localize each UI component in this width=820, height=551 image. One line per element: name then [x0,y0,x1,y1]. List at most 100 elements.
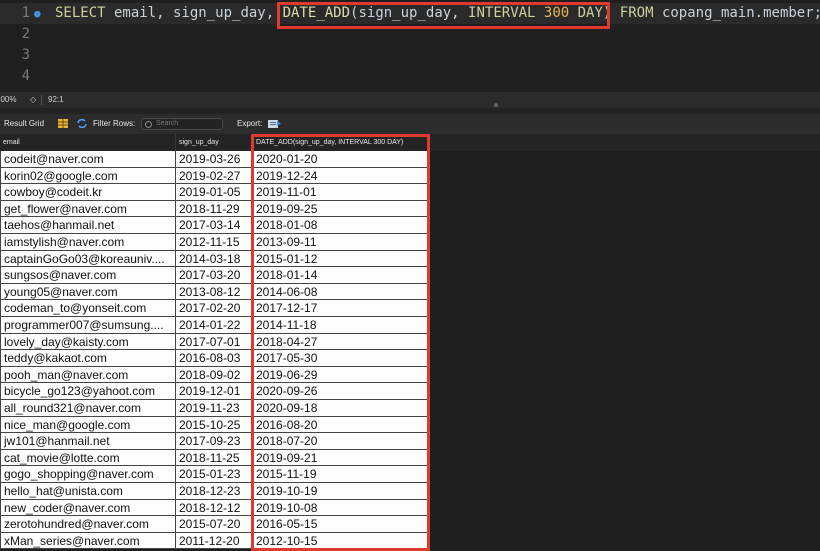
table-row[interactable]: pooh_man@naver.com 2018-09-02 2019-06-29 [0,366,430,384]
cell-email[interactable]: programmer007@sumsung.... [0,317,176,334]
table-row[interactable]: taehos@hanmail.net 2017-03-14 2018-01-08 [0,217,430,234]
cell-email[interactable]: new_coder@naver.com [0,499,176,517]
cell-sign-up-day[interactable]: 2015-01-23 [176,466,253,483]
cell-sign-up-day[interactable]: 2011-12-20 [176,532,253,550]
table-row[interactable]: lovely_day@kaisty.com 2017-07-01 2018-04-2… [0,333,430,351]
cell-sign-up-day[interactable]: 2017-09-23 [176,433,253,450]
cell-date-add[interactable]: 2019-10-08 [253,499,428,517]
cell-sign-up-day[interactable]: 2016-08-03 [176,350,253,367]
cell-sign-up-day[interactable]: 2015-10-25 [176,416,253,434]
export-icon[interactable] [268,119,282,128]
cell-date-add[interactable]: 2019-10-19 [253,483,428,500]
table-row[interactable]: teddy@kakaot.com 2016-08-03 2017-05-30 [0,350,430,367]
cell-email[interactable]: jw101@hanmail.net [0,433,176,450]
table-row[interactable]: captainGoGo03@koreauniv.... 2014-03-18 201… [0,250,430,268]
cell-email[interactable]: iamstylish@naver.com [0,234,176,251]
cell-date-add[interactable]: 2019-09-21 [253,449,428,467]
cell-email[interactable]: get_flower@naver.com [0,200,176,218]
column-header-sign-up-day[interactable]: sign_up_day [176,134,253,151]
cell-date-add[interactable]: 2016-08-20 [253,416,428,434]
cell-sign-up-day[interactable]: 2017-02-20 [176,300,253,317]
resize-handle[interactable] [494,103,498,107]
cell-date-add[interactable]: 2018-07-20 [253,433,428,450]
cell-email[interactable]: xMan_series@naver.com [0,532,176,550]
cell-sign-up-day[interactable]: 2017-07-01 [176,333,253,351]
table-row[interactable]: cowboy@codeit.kr 2019-01-05 2019-11-01 [0,184,430,201]
table-row[interactable]: korin02@google.com 2019-02-27 2019-12-24 [0,167,430,185]
cell-date-add[interactable]: 2015-01-12 [253,250,428,268]
cell-sign-up-day[interactable]: 2014-03-18 [176,250,253,268]
table-row[interactable]: bicycle_go123@yahoot.com 2019-12-01 2020-0… [0,383,430,400]
cell-date-add[interactable]: 2019-12-24 [253,167,428,185]
cell-date-add[interactable]: 2019-11-01 [253,184,428,201]
table-row[interactable]: get_flower@naver.com 2018-11-29 2019-09-25 [0,200,430,218]
zoom-level[interactable]: 100% [0,92,16,108]
cell-sign-up-day[interactable]: 2017-03-20 [176,267,253,284]
cell-sign-up-day[interactable]: 2019-01-05 [176,184,253,201]
cell-sign-up-day[interactable]: 2013-08-12 [176,283,253,301]
zoom-stepper-icon[interactable]: ◇ [30,92,36,108]
table-row[interactable]: codeit@naver.com 2019-03-26 2020-01-20 [0,151,430,168]
filter-icon[interactable] [77,119,87,128]
cell-sign-up-day[interactable]: 2017-03-14 [176,217,253,234]
sql-editor[interactable]: 1 ● SELECT email, sign_up_day, DATE_ADD(… [0,0,820,92]
cell-sign-up-day[interactable]: 2018-11-25 [176,449,253,467]
table-row[interactable]: hello_hat@unista.com 2018-12-23 2019-10-19 [0,483,430,500]
cell-email[interactable]: sungsos@naver.com [0,267,176,284]
cell-sign-up-day[interactable]: 2012-11-15 [176,234,253,251]
cell-email[interactable]: taehos@hanmail.net [0,217,176,234]
cell-email[interactable]: korin02@google.com [0,167,176,185]
cell-email[interactable]: all_round321@naver.com [0,400,176,417]
cell-date-add[interactable]: 2017-12-17 [253,300,428,317]
cell-sign-up-day[interactable]: 2018-11-29 [176,200,253,218]
cell-date-add[interactable]: 2015-11-19 [253,466,428,483]
cell-date-add[interactable]: 2014-11-18 [253,317,428,334]
cell-email[interactable]: lovely_day@kaisty.com [0,333,176,351]
cell-email[interactable]: codeit@naver.com [0,151,176,168]
cell-date-add[interactable]: 2020-01-20 [253,151,428,168]
cell-email[interactable]: young05@naver.com [0,283,176,301]
cell-date-add[interactable]: 2012-10-15 [253,532,428,550]
table-row[interactable]: all_round321@naver.com 2019-11-23 2020-09-… [0,400,430,417]
cell-date-add[interactable]: 2019-09-25 [253,200,428,218]
result-grid[interactable]: email sign_up_day DATE_ADD(sign_up_day, … [0,134,820,551]
grid-icon[interactable] [58,119,68,128]
cell-email[interactable]: pooh_man@naver.com [0,366,176,384]
cell-date-add[interactable]: 2020-09-26 [253,383,428,400]
cell-sign-up-day[interactable]: 2018-09-02 [176,366,253,384]
cell-sign-up-day[interactable]: 2018-12-23 [176,483,253,500]
cell-email[interactable]: cat_movie@lotte.com [0,449,176,467]
cell-sign-up-day[interactable]: 2019-02-27 [176,167,253,185]
cell-email[interactable]: hello_hat@unista.com [0,483,176,500]
editor-line-3[interactable]: 3 [0,45,820,66]
cell-date-add[interactable]: 2019-06-29 [253,366,428,384]
table-row[interactable]: xMan_series@naver.com 2011-12-20 2012-10-1… [0,532,430,550]
table-row[interactable]: gogo_shopping@naver.com 2015-01-23 2015-11… [0,466,430,483]
cell-date-add[interactable]: 2018-01-14 [253,267,428,284]
table-row[interactable]: iamstylish@naver.com 2012-11-15 2013-09-11 [0,234,430,251]
cell-email[interactable]: zerotohundred@naver.com [0,516,176,533]
cell-date-add[interactable]: 2017-05-30 [253,350,428,367]
cell-email[interactable]: gogo_shopping@naver.com [0,466,176,483]
cell-sign-up-day[interactable]: 2019-11-23 [176,400,253,417]
table-row[interactable]: programmer007@sumsung.... 2014-01-22 2014-… [0,317,430,334]
table-row[interactable]: jw101@hanmail.net 2017-09-23 2018-07-20 [0,433,430,450]
cell-sign-up-day[interactable]: 2018-12-12 [176,499,253,517]
cell-email[interactable]: teddy@kakaot.com [0,350,176,367]
cell-email[interactable]: nice_man@google.com [0,416,176,434]
table-row[interactable]: zerotohundred@naver.com 2015-07-20 2016-05… [0,516,430,533]
column-header-email[interactable]: email [0,134,176,151]
table-row[interactable]: new_coder@naver.com 2018-12-12 2019-10-08 [0,499,430,517]
cell-sign-up-day[interactable]: 2015-07-20 [176,516,253,533]
table-row[interactable]: cat_movie@lotte.com 2018-11-25 2019-09-21 [0,449,430,467]
cell-email[interactable]: captainGoGo03@koreauniv.... [0,250,176,268]
table-row[interactable]: sungsos@naver.com 2017-03-20 2018-01-14 [0,267,430,284]
column-header-date-add[interactable]: DATE_ADD(sign_up_day, INTERVAL 300 DAY) [253,134,428,151]
cell-date-add[interactable]: 2013-09-11 [253,234,428,251]
cell-sign-up-day[interactable]: 2014-01-22 [176,317,253,334]
cell-date-add[interactable]: 2020-09-18 [253,400,428,417]
cell-email[interactable]: cowboy@codeit.kr [0,184,176,201]
table-row[interactable]: codeman_to@yonseit.com 2017-02-20 2017-12-… [0,300,430,317]
search-input[interactable]: Search [141,118,223,130]
cell-date-add[interactable]: 2016-05-15 [253,516,428,533]
